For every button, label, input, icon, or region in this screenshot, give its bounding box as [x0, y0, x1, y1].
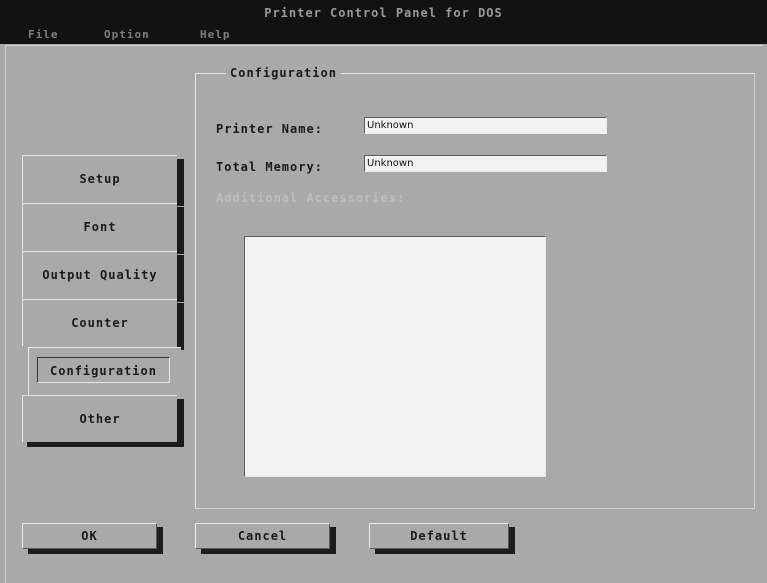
panel-title: Configuration: [226, 65, 341, 81]
menu-bar: File Option Help: [0, 26, 767, 44]
button-shadow: [509, 527, 515, 554]
cancel-button-label: Cancel: [237, 529, 288, 543]
additional-accessories-label: Additional Accessories:: [216, 191, 406, 205]
menu-option[interactable]: Option: [104, 27, 150, 43]
tab-other[interactable]: Other: [22, 395, 177, 442]
tab-font[interactable]: Font: [22, 203, 177, 250]
tab-counter[interactable]: Counter: [22, 299, 177, 346]
cancel-button[interactable]: Cancel: [195, 523, 330, 549]
tab-shadow: [177, 255, 184, 302]
tab-shadow: [177, 207, 184, 254]
total-memory-label: Total Memory:: [216, 160, 323, 174]
button-shadow: [330, 527, 336, 554]
tab-counter-label: Counter: [71, 316, 129, 330]
printer-name-label: Printer Name:: [216, 122, 323, 136]
tab-configuration-focus: Configuration: [37, 357, 170, 383]
tab-other-label: Other: [79, 412, 121, 426]
ok-button-label: OK: [81, 529, 98, 543]
tab-shadow: [27, 442, 184, 447]
default-button-label: Default: [410, 529, 468, 543]
ok-button[interactable]: OK: [22, 523, 157, 549]
tab-configuration[interactable]: Configuration: [28, 347, 181, 395]
tab-setup[interactable]: Setup: [22, 155, 177, 202]
tab-output-quality-label: Output Quality: [42, 268, 158, 282]
default-button[interactable]: Default: [369, 523, 509, 549]
menu-file[interactable]: File: [28, 27, 59, 43]
tab-configuration-label: Configuration: [50, 364, 157, 378]
tab-output-quality[interactable]: Output Quality: [22, 251, 177, 298]
window-title: Printer Control Panel for DOS: [264, 6, 503, 20]
tab-setup-label: Setup: [79, 172, 121, 186]
tab-shadow: [177, 399, 184, 446]
menu-help[interactable]: Help: [200, 27, 231, 43]
tab-font-label: Font: [83, 220, 117, 234]
printer-name-field[interactable]: Unknown: [364, 117, 607, 134]
additional-accessories-list[interactable]: [244, 236, 546, 477]
tab-shadow: [177, 159, 184, 206]
button-shadow: [157, 527, 163, 554]
tab-shadow: [177, 303, 184, 350]
title-bar: Printer Control Panel for DOS: [0, 0, 767, 26]
total-memory-field[interactable]: Unknown: [364, 155, 607, 172]
